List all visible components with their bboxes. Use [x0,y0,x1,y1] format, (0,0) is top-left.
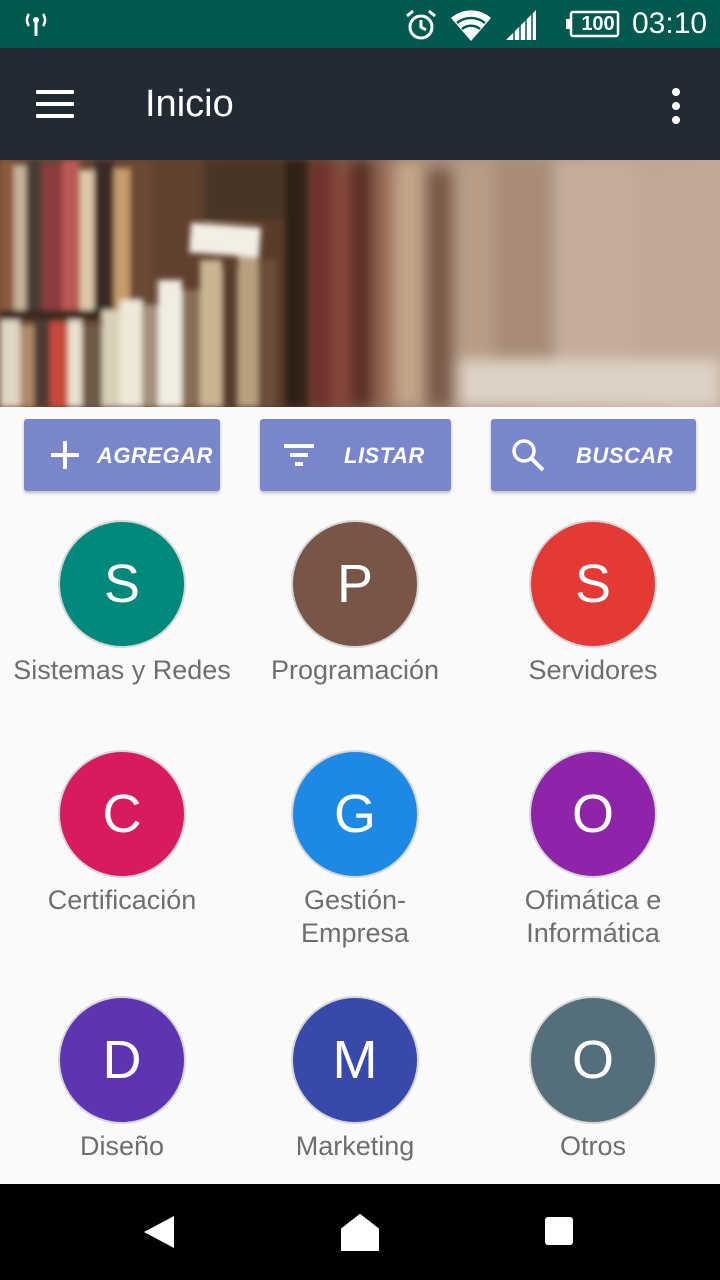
category-label: Otros [559,1131,626,1161]
category-label: Certificación [47,885,197,915]
add-button-label: AGREGAR [97,443,213,468]
category-avatar: C [58,750,186,878]
category-avatar: O [529,996,657,1124]
category-label: Diseño [79,1131,165,1161]
category-avatar: M [291,996,419,1124]
search-button-label: BUSCAR [576,443,674,468]
alarm-icon [406,9,436,40]
search-button[interactable]: BUSCAR [491,419,696,491]
home-icon[interactable] [340,1212,380,1252]
category-avatar: S [529,520,657,648]
menu-icon[interactable] [36,88,76,120]
app-bar: Inicio [0,48,720,160]
page-title: Inicio [145,83,234,125]
category-avatar: P [291,520,419,648]
battery-level: 100 [581,13,615,35]
list-button[interactable]: LISTAR [260,419,451,491]
banner-image [0,160,720,407]
back-icon[interactable] [142,1214,176,1250]
recents-icon[interactable] [544,1216,574,1246]
clock: 03:10 [632,7,708,40]
plus-icon [51,441,79,469]
category-avatar: G [291,750,419,878]
category-avatar: S [58,520,186,648]
status-bar: 100 03:10 [0,0,720,48]
category-avatar: D [58,996,186,1124]
wifi-icon [451,10,491,41]
antenna-icon [25,13,47,36]
add-button[interactable]: AGREGAR [24,419,220,491]
category-label: Gestión- Empresa [300,885,410,948]
filter-list-icon [284,444,314,466]
signal-icon [506,10,536,40]
category-avatar: O [529,750,657,878]
category-label: Programación [270,655,440,685]
navigation-bar [0,1184,720,1280]
bookshelf-banner [0,160,720,407]
category-label: Ofimática e Informática [524,885,662,948]
search-icon [512,439,545,472]
list-button-label: LISTAR [344,443,425,468]
category-label: Sistemas y Redes [13,655,231,685]
category-label: Marketing [295,1131,415,1161]
more-vert-icon[interactable] [664,86,688,126]
category-label: Servidores [528,655,658,685]
